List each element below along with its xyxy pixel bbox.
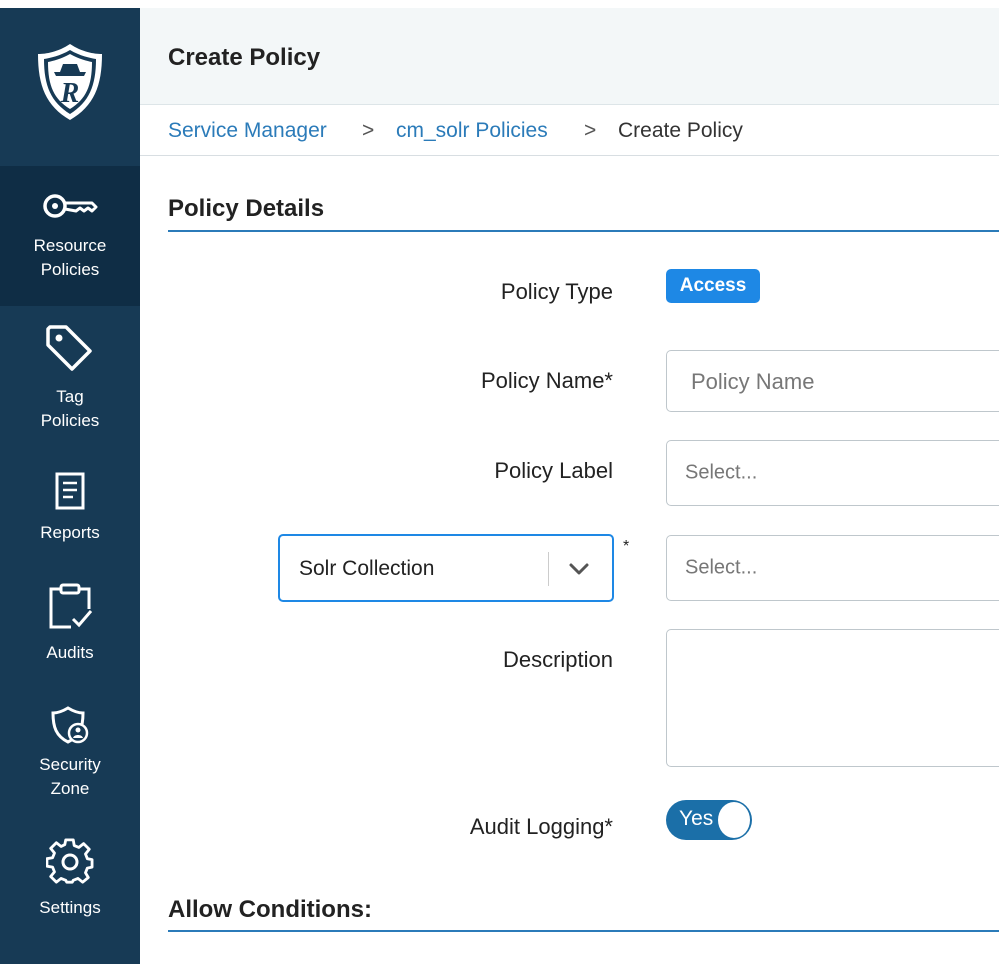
sidebar-item-settings[interactable]: Settings [0,838,140,938]
sidebar-item-label: Resource [33,236,107,255]
policy-label-placeholder: Select... [685,461,758,484]
svg-text:R: R [60,78,80,109]
policy-name-input[interactable] [689,351,993,413]
breadcrumb-separator: > [362,119,375,142]
gear-icon [46,838,94,884]
breadcrumb-service-manager[interactable]: Service Manager [168,119,327,143]
clipboard-check-icon [49,583,93,629]
sidebar-item-resource-policies[interactable]: Resource Policies [0,166,140,306]
description-label: Description [502,647,613,672]
key-icon [43,194,98,218]
resource-value-select[interactable]: Select... [666,535,999,601]
sidebar-item-label: Zone [50,779,90,798]
shield-user-icon [51,706,89,744]
ranger-logo[interactable]: R [0,8,140,166]
tag-icon [46,325,92,371]
report-icon [55,472,85,510]
policy-name-label: Policy Name* [480,368,613,393]
chevron-down-icon[interactable] [568,558,590,580]
sidebar-item-reports[interactable]: Reports [0,471,140,561]
sidebar-item-audits[interactable]: Audits [0,583,140,683]
resource-type-value: Solr Collection [299,557,435,580]
policy-type-badge: Access [666,269,760,303]
breadcrumb: Service Manager > cm_solr Policies > Cre… [140,105,999,156]
resource-value-placeholder: Select... [685,556,758,579]
allow-conditions-title: Allow Conditions: [168,896,372,923]
policy-label-select[interactable]: Select... [666,440,999,506]
audit-logging-label: Audit Logging* [469,814,613,839]
policy-label-label: Policy Label [494,458,613,483]
sidebar-item-label: Audits [46,643,94,662]
sidebar-item-label: Reports [40,523,100,542]
breadcrumb-current: Create Policy [618,119,743,142]
description-textarea[interactable] [666,629,999,767]
breadcrumb-separator: > [584,119,597,142]
sidebar-item-tag-policies[interactable]: Tag Policies [0,323,140,443]
sidebar-item-security-zone[interactable]: Security Zone [0,705,140,815]
toggle-knob [718,802,750,838]
sidebar-item-label: Tag [56,387,84,406]
sidebar-item-label: Policies [40,260,100,279]
section-divider [168,930,999,932]
sidebar-item-label: Policies [40,411,100,430]
sidebar-item-label: Security [39,755,101,774]
policy-name-field[interactable] [666,350,999,413]
select-divider [548,552,549,586]
page-title: Create Policy [168,44,321,71]
required-mark: * [623,538,630,555]
toggle-text: Yes [679,807,714,830]
policy-details-title: Policy Details [168,195,325,222]
policy-type-label: Policy Type [500,279,613,304]
sidebar: R Resource Policies Tag Policies Reports [0,8,140,964]
shield-logo-icon: R [38,44,102,120]
page-header: Create Policy [140,8,999,105]
audit-logging-toggle[interactable]: Yes [666,800,752,840]
section-divider [168,230,999,232]
sidebar-item-label: Settings [39,898,101,917]
resource-type-select[interactable]: Solr Collection [278,534,614,602]
breadcrumb-cm-solr-policies[interactable]: cm_solr Policies [396,119,548,143]
